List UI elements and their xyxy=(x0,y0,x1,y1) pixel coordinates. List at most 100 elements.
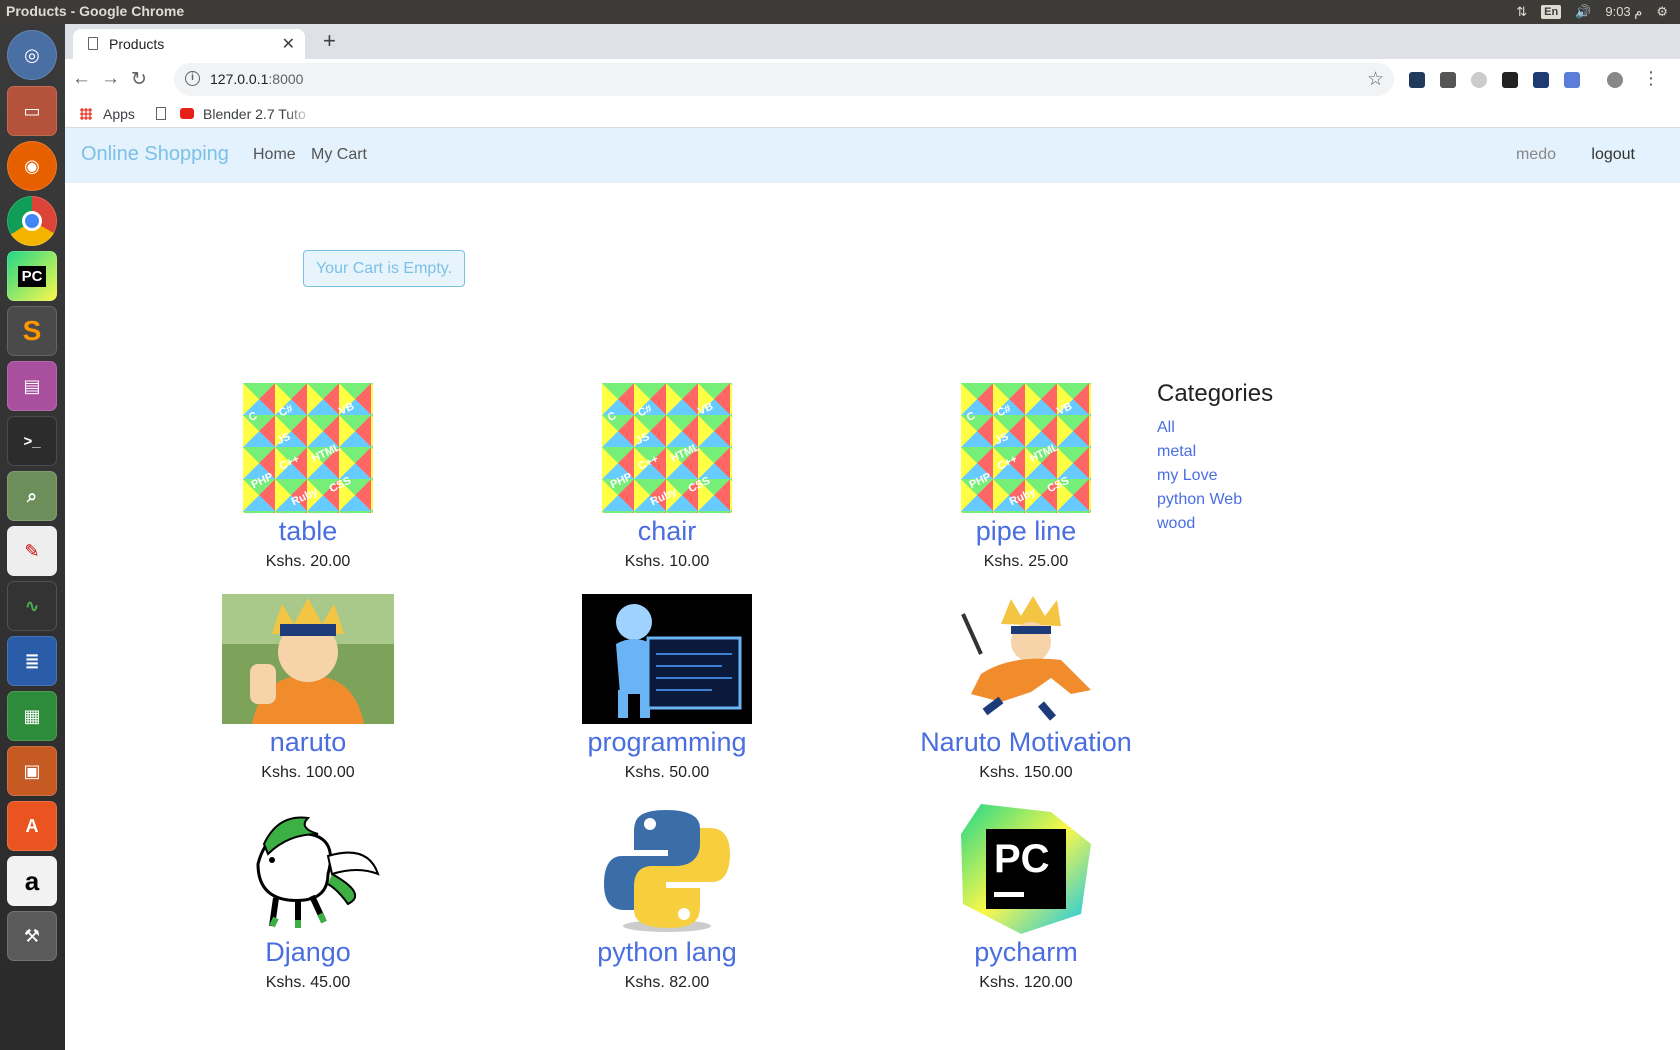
product-price: Kshs. 150.00 xyxy=(979,764,1073,781)
product-name-link[interactable]: naruto xyxy=(158,726,458,758)
apps-grid-icon[interactable] xyxy=(80,108,92,120)
product-card: Django Kshs. 45.00 xyxy=(158,804,458,992)
category-link-all[interactable]: All xyxy=(1157,416,1273,440)
tab-title: Products xyxy=(109,36,165,52)
url-text[interactable]: 127.0.0.1:8000 xyxy=(210,71,303,87)
network-icon[interactable]: ⇅ xyxy=(1516,4,1527,20)
system-monitor-icon[interactable]: ∿ xyxy=(7,581,57,631)
product-image[interactable] xyxy=(602,804,732,934)
page-icon xyxy=(88,37,98,50)
product-image[interactable] xyxy=(222,594,394,724)
product-name-link[interactable]: Django xyxy=(158,936,458,968)
product-image[interactable]: C C# JS VB C++ HTML PHP Ruby CSS xyxy=(243,383,373,513)
product-price: Kshs. 10.00 xyxy=(624,553,710,570)
nav-logout-link[interactable]: logout xyxy=(1591,146,1635,164)
libreoffice-calc-icon[interactable]: ▦ xyxy=(7,691,57,741)
system-top-panel: Products - Google Chrome ⇅ En 🔊 9:03 م ⚙ xyxy=(0,0,1680,24)
document-viewer-icon[interactable]: ✎ xyxy=(7,526,57,576)
site-info-icon[interactable]: i xyxy=(185,71,200,86)
product-card: programming Kshs. 50.00 xyxy=(517,594,817,782)
site-brand-link[interactable]: Online Shopping xyxy=(81,143,229,166)
software-center-icon[interactable]: A xyxy=(7,801,57,851)
camera-extension-icon[interactable] xyxy=(1502,72,1518,88)
tab-strip: Products ✕ + xyxy=(65,24,1680,59)
system-tray: ⇅ En 🔊 9:03 م ⚙ xyxy=(1516,0,1680,24)
url-host: 127.0.0.1 xyxy=(210,71,269,87)
firefox-icon[interactable]: ◉ xyxy=(7,141,57,191)
product-name-link[interactable]: chair xyxy=(517,515,817,547)
nav-my-cart-link[interactable]: My Cart xyxy=(311,146,367,164)
chrome-menu-icon[interactable]: ⋮ xyxy=(1642,68,1660,89)
image-viewer-icon[interactable]: ⌕ xyxy=(7,471,57,521)
categories-sidebar: Categories All metal my Love python Web … xyxy=(1157,380,1273,536)
tab-products[interactable]: Products ✕ xyxy=(73,29,305,59)
amazon-icon[interactable]: a xyxy=(7,856,57,906)
product-name-link[interactable]: table xyxy=(158,515,458,547)
empty-cart-alert[interactable]: Your Cart is Empty. xyxy=(303,250,465,287)
ubuntu-dash-icon[interactable]: ◎ xyxy=(7,30,57,80)
bookmark-blender[interactable]: Blender 2.7 Tuto xyxy=(203,106,313,122)
bookmark-apps[interactable]: Apps xyxy=(103,106,135,122)
clock[interactable]: 9:03 م xyxy=(1605,4,1642,20)
chrome-icon[interactable] xyxy=(7,196,57,246)
category-link-metal[interactable]: metal xyxy=(1157,440,1273,464)
close-tab-icon[interactable]: ✕ xyxy=(282,34,295,54)
libreoffice-writer-icon[interactable]: ≣ xyxy=(7,636,57,686)
bookmark-star-icon[interactable]: ☆ xyxy=(1367,68,1384,91)
keyboard-layout-indicator[interactable]: En xyxy=(1541,5,1562,19)
screenshot-extension-icon[interactable] xyxy=(1533,72,1549,88)
product-name-link[interactable]: pycharm xyxy=(876,936,1176,968)
product-card: PC pycharm Kshs. 120.00 xyxy=(876,804,1176,992)
site-navbar: Online Shopping Home My Cart medo logout xyxy=(65,128,1680,183)
profile-avatar[interactable] xyxy=(1607,72,1623,88)
nav-username[interactable]: medo xyxy=(1516,146,1556,164)
product-name-link[interactable]: pipe line xyxy=(876,515,1176,547)
sublime-text-icon[interactable]: S xyxy=(7,306,57,356)
files-icon[interactable]: ▭ xyxy=(7,86,57,136)
product-price: Kshs. 100.00 xyxy=(261,764,355,781)
browser-toolbar: ← → ↻ i 127.0.0.1:8000 ☆ ⋮ xyxy=(65,59,1680,100)
category-link-python-web[interactable]: python Web xyxy=(1157,488,1273,512)
terminal-icon[interactable]: >_ xyxy=(7,416,57,466)
nav-home-link[interactable]: Home xyxy=(253,146,296,164)
product-price: Kshs. 20.00 xyxy=(265,553,351,570)
forward-icon[interactable]: → xyxy=(101,68,120,90)
back-icon[interactable]: ← xyxy=(72,68,91,90)
product-image[interactable]: C C# JS VB C++ HTML PHP Ruby CSS xyxy=(961,383,1091,513)
eyedropper-extension-icon[interactable] xyxy=(1440,72,1456,88)
categories-heading: Categories xyxy=(1157,380,1274,407)
product-card: python lang Kshs. 82.00 xyxy=(517,804,817,992)
product-image[interactable] xyxy=(228,804,388,934)
volume-icon[interactable]: 🔊 xyxy=(1575,4,1591,20)
product-card: C C# JS VB C++ HTML PHP Ruby CSS table Kshs.… xyxy=(158,383,458,571)
power-gear-icon[interactable]: ⚙ xyxy=(1656,4,1668,20)
product-image[interactable] xyxy=(582,594,752,724)
product-name-link[interactable]: Naruto Motivation xyxy=(876,726,1176,758)
pycharm-logo-text: PC xyxy=(994,837,1050,881)
product-price: Kshs. 82.00 xyxy=(624,974,710,991)
bookmarks-bar: Apps Blender 2.7 Tuto xyxy=(65,100,1680,128)
address-bar[interactable]: i 127.0.0.1:8000 ☆ xyxy=(174,63,1394,96)
product-card: naruto Kshs. 100.00 xyxy=(158,594,458,782)
product-price: Kshs. 45.00 xyxy=(265,974,351,991)
product-image[interactable]: PC xyxy=(961,804,1091,934)
product-image[interactable]: C C# JS VB C++ HTML PHP Ruby CSS xyxy=(602,383,732,513)
category-link-wood[interactable]: wood xyxy=(1157,512,1273,536)
libreoffice-impress-icon[interactable]: ▣ xyxy=(7,746,57,796)
extension-icon[interactable] xyxy=(1409,72,1425,88)
new-tab-button[interactable]: + xyxy=(323,28,336,54)
product-card: C C# JS VB C++ HTML PHP Ruby CSS pipe line K… xyxy=(876,383,1176,571)
url-port: :8000 xyxy=(268,71,304,87)
product-name-link[interactable]: programming xyxy=(517,726,817,758)
settings-icon[interactable]: ⚒ xyxy=(7,911,57,961)
pycharm-launcher-icon[interactable]: PC xyxy=(7,251,57,301)
product-image[interactable] xyxy=(941,594,1111,724)
gear-extension-icon[interactable] xyxy=(1471,72,1487,88)
reload-icon[interactable]: ↻ xyxy=(131,68,147,91)
category-link-my-love[interactable]: my Love xyxy=(1157,464,1273,488)
product-name-link[interactable]: python lang xyxy=(517,936,817,968)
workspace-switcher-icon[interactable]: ▤ xyxy=(7,361,57,411)
product-price: Kshs. 25.00 xyxy=(983,553,1069,570)
bookmark-page-icon[interactable] xyxy=(156,107,166,120)
code-extension-icon[interactable] xyxy=(1564,72,1580,88)
